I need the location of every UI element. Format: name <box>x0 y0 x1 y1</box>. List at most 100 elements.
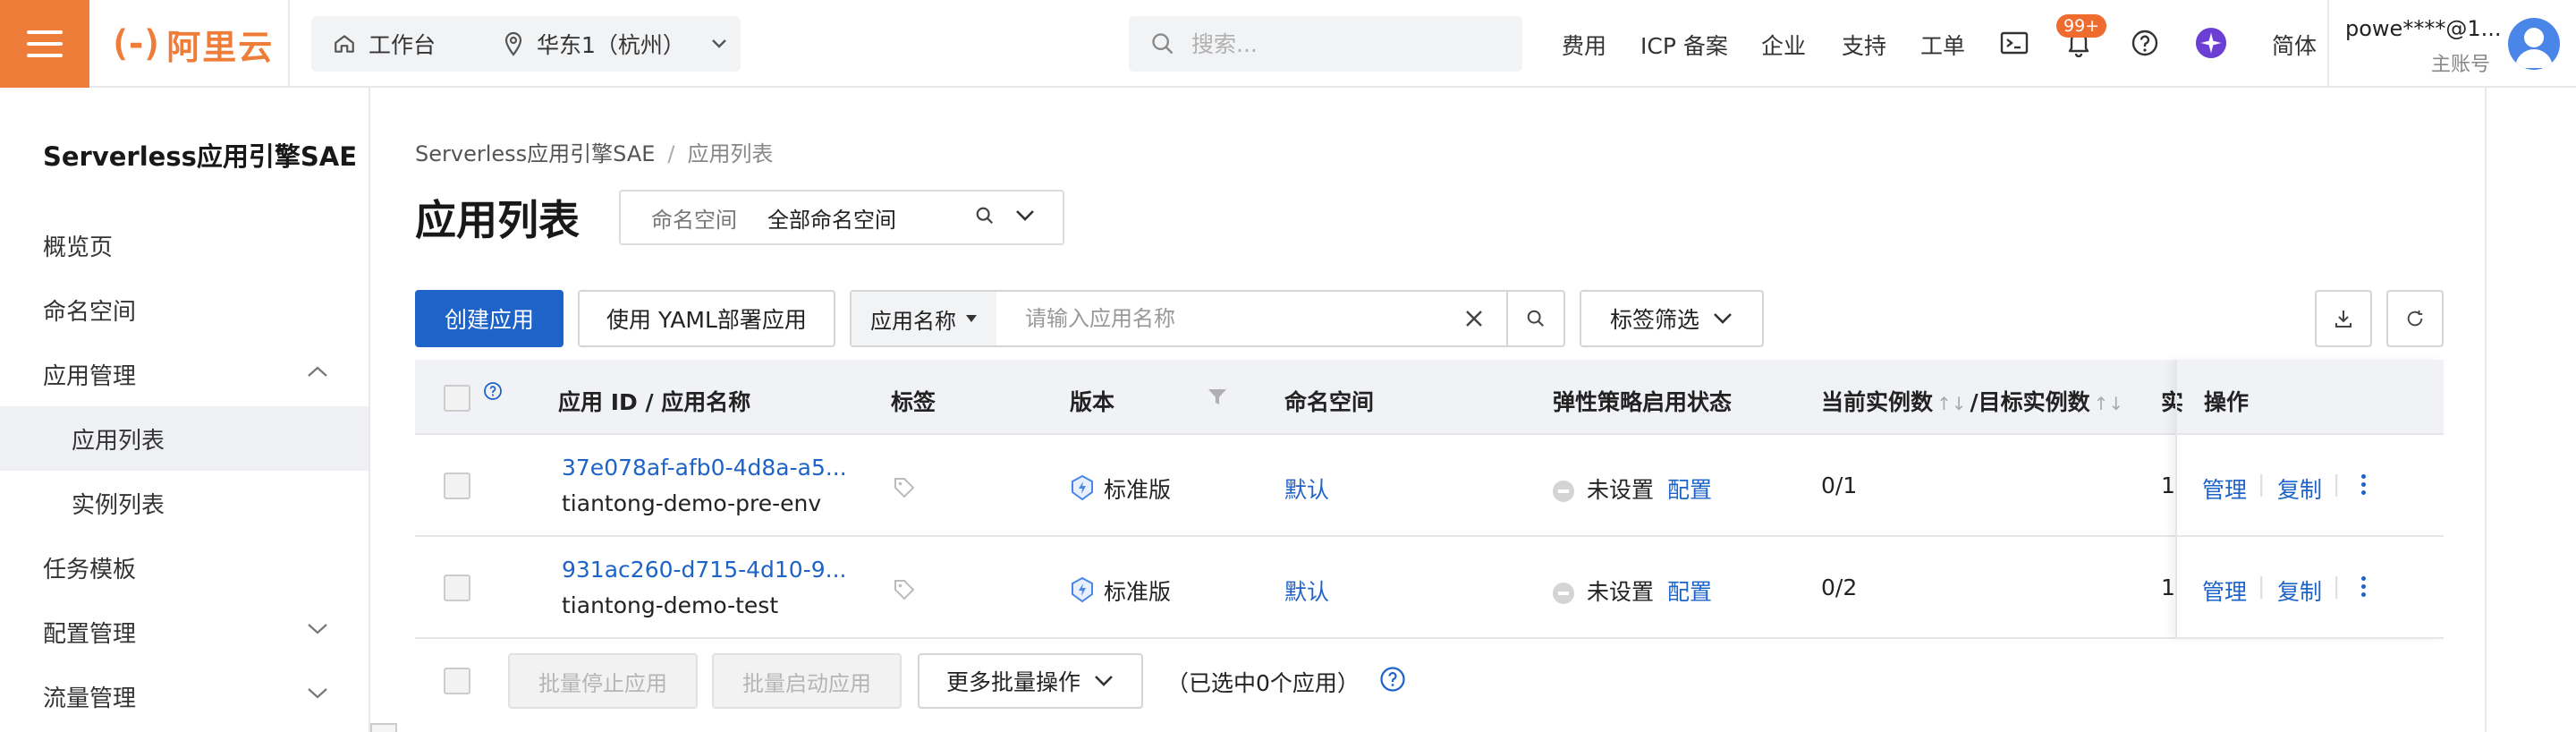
help-icon[interactable] <box>483 381 503 401</box>
sidebar-item-config-management[interactable]: 配置管理 <box>0 600 369 664</box>
language-switch[interactable]: 简体 <box>2272 29 2317 61</box>
namespace-label: 命名空间 <box>651 207 737 233</box>
select-all-checkbox[interactable] <box>444 385 470 412</box>
instance-count: 0/2 <box>1821 575 1858 600</box>
sidebar-item-label: 配置管理 <box>43 620 137 648</box>
autoscale-status: 未设置 <box>1553 575 1654 607</box>
sidebar: Serverless应用引擎SAE 概览页 命名空间 应用管理 应用列表 实例列… <box>0 88 370 732</box>
sidebar-item-instance-list[interactable]: 实例列表 <box>0 471 369 535</box>
chevron-down-icon <box>1714 313 1732 324</box>
autoscale-status-text: 未设置 <box>1587 477 1655 503</box>
divider <box>2327 0 2329 88</box>
refresh-button[interactable] <box>2386 290 2444 347</box>
workbench-label: 工作台 <box>369 32 436 58</box>
sidebar-item-overview[interactable]: 概览页 <box>0 213 369 277</box>
terminal-icon[interactable] <box>1998 27 2030 59</box>
top-navbar: (-) 阿里云 工作台 华东1（杭州） 费用 ICP 备案 企业 支持 工单 9… <box>0 0 2576 88</box>
status-not-set-icon <box>1553 583 1574 604</box>
download-button[interactable] <box>2315 290 2372 347</box>
col-current-instances[interactable]: 当前实例数 ↑↓/目标实例数 ↑↓ <box>1821 385 2123 417</box>
col-operations: 操作 <box>2204 389 2250 415</box>
divider <box>288 0 290 88</box>
batch-start-button[interactable]: 批量启动应用 <box>712 653 902 709</box>
autoscale-config-link[interactable]: 配置 <box>1667 472 1712 505</box>
sidebar-item-app-management[interactable]: 应用管理 <box>0 342 369 406</box>
breadcrumb-separator: / <box>667 141 675 166</box>
namespace-link[interactable]: 默认 <box>1284 472 1329 505</box>
app-name: tiantong-demo-test <box>562 592 779 618</box>
row-checkbox[interactable] <box>444 575 470 601</box>
sidebar-item-namespace[interactable]: 命名空间 <box>0 277 369 342</box>
avatar[interactable] <box>2508 18 2560 70</box>
sort-icon[interactable]: ↑↓ <box>2094 393 2124 414</box>
icp-link[interactable]: ICP 备案 <box>1640 29 1728 61</box>
clear-icon[interactable] <box>1462 306 1487 331</box>
aliyun-logo-mark: (-) <box>109 23 163 64</box>
select-all-checkbox[interactable] <box>444 668 470 694</box>
user-name[interactable]: powe****@1... <box>2345 16 2501 41</box>
breadcrumb-current: 应用列表 <box>687 141 774 166</box>
ticket-link[interactable]: 工单 <box>1920 29 1965 61</box>
autoscale-config-link[interactable]: 配置 <box>1667 575 1712 607</box>
logo-text: 阿里云 <box>166 27 275 67</box>
home-icon <box>335 35 354 53</box>
help-icon[interactable] <box>2129 27 2161 59</box>
row-checkbox[interactable] <box>444 472 470 499</box>
sidebar-item-job-template[interactable]: 任务模板 <box>0 535 369 600</box>
help-icon[interactable] <box>1379 666 1406 693</box>
sidebar-item-label: 概览页 <box>43 234 114 261</box>
filter-icon[interactable] <box>1208 388 1227 406</box>
chevron-up-icon <box>308 366 327 377</box>
sidebar-item-app-list[interactable]: 应用列表 <box>0 406 369 471</box>
filter-search-button[interactable] <box>1506 292 1563 345</box>
app-filter: 应用名称 <box>850 290 1565 347</box>
tag-filter-label: 标签筛选 <box>1609 307 1699 333</box>
search-icon <box>976 207 994 225</box>
status-not-set-icon <box>1553 481 1574 502</box>
namespace-link[interactable]: 默认 <box>1284 575 1329 607</box>
sidebar-item-label: 应用列表 <box>72 427 165 455</box>
location-icon <box>504 31 522 56</box>
notification-badge: 99+ <box>2056 14 2107 38</box>
billing-link[interactable]: 费用 <box>1562 29 1606 61</box>
chevron-down-icon <box>308 688 327 699</box>
sidebar-collapse-handle[interactable] <box>370 723 397 732</box>
tag-icon[interactable] <box>893 578 916 601</box>
sidebar-item-traffic-management[interactable]: 流量管理 <box>0 664 369 728</box>
sort-icon[interactable]: ↑↓ <box>1936 393 1967 414</box>
col-target-instances-label: /目标实例数 <box>1970 389 2090 415</box>
app-name-input[interactable] <box>1025 306 1454 331</box>
instance-count: 0/1 <box>1821 472 1858 498</box>
truncated-value: 1 <box>2161 575 2175 600</box>
sidebar-item-label: 应用管理 <box>43 362 137 390</box>
region-label: 华东1（杭州） <box>537 32 685 58</box>
ai-assistant-icon[interactable] <box>2195 27 2227 59</box>
tag-filter-button[interactable]: 标签筛选 <box>1580 290 1764 347</box>
search-input[interactable] <box>1191 30 1496 57</box>
table-header: 应用 ID / 应用名称 标签 版本 命名空间 弹性策略启用状态 当前实例数 ↑↓… <box>415 360 2444 435</box>
app-id-link[interactable]: 37e078af-afb0-4d8a-a5... <box>562 455 847 481</box>
menu-icon[interactable] <box>0 0 89 88</box>
create-app-button[interactable]: 创建应用 <box>415 290 564 347</box>
selected-count: （已选中0个应用） <box>1166 670 1360 696</box>
caret-down-icon <box>966 315 977 322</box>
col-tags: 标签 <box>891 389 936 415</box>
aliyun-logo[interactable]: (-) 阿里云 <box>109 21 275 67</box>
download-icon <box>2335 311 2351 328</box>
global-search[interactable] <box>1129 16 1522 72</box>
breadcrumb-root[interactable]: Serverless应用引擎SAE <box>415 141 655 166</box>
support-link[interactable]: 支持 <box>1842 29 1886 61</box>
tag-icon[interactable] <box>893 476 916 499</box>
batch-stop-button[interactable]: 批量停止应用 <box>508 653 698 709</box>
app-id-link[interactable]: 931ac260-d715-4d10-9... <box>562 557 846 583</box>
filter-type-select[interactable]: 应用名称 <box>852 292 996 345</box>
autoscale-status: 未设置 <box>1553 472 1654 505</box>
operations-column: 操作 <box>2175 360 2444 639</box>
autoscale-status-text: 未设置 <box>1587 579 1655 605</box>
namespace-selector[interactable]: 命名空间 全部命名空间 <box>619 190 1064 245</box>
more-batch-actions-button[interactable]: 更多批量操作 <box>918 653 1143 709</box>
enterprise-link[interactable]: 企业 <box>1761 29 1806 61</box>
yaml-deploy-button[interactable]: 使用 YAML部署应用 <box>578 290 835 347</box>
app-version: 标准版 <box>1104 579 1172 605</box>
region-selector[interactable]: 华东1（杭州） <box>481 16 741 72</box>
